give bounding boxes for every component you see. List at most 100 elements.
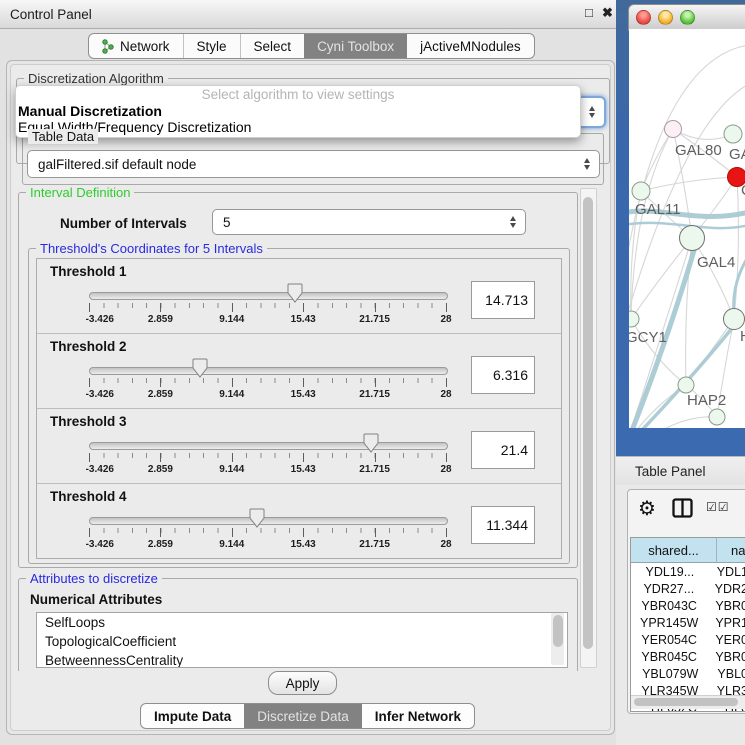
table-row[interactable]: YBR043CYBR0 [631,597,745,614]
node-label-partial-g: GA [729,146,745,163]
close-traffic-light-icon[interactable] [636,10,651,25]
column-header-name[interactable]: na [717,538,745,562]
node-partial-h[interactable] [724,309,745,330]
num-intervals-value: 5 [223,215,231,230]
list-item[interactable]: TopologicalCoefficient [37,632,567,651]
attributes-scrollbar-thumb[interactable] [553,615,563,647]
restore-icon[interactable]: □ [585,5,593,21]
threshold-2-slider-thumb[interactable] [192,358,208,381]
tab-cyni-toolbox-label: Cyni Toolbox [317,39,394,54]
table-row[interactable]: YER054CYER0 [631,631,745,648]
tab-jactivemnodules-label: jActiveMNodules [420,39,521,54]
table-row[interactable]: YDR27...YDR2 [631,580,745,597]
close-icon[interactable]: ✖ [602,5,613,21]
threshold-4-slider-thumb[interactable] [249,508,265,531]
tab-jactivemnodules[interactable]: jActiveMNodules [407,34,534,58]
apply-button-label: Apply [286,676,320,691]
threshold-4-slider-track[interactable] [89,517,448,525]
table-row[interactable]: YPR145WYPR1 [631,614,745,631]
list-item[interactable]: BetweennessCentrality [37,651,567,668]
popup-option-manual[interactable]: Manual Discretization [16,103,580,119]
network-window-titlebar [628,4,745,31]
tick-labels: -3.426 2.859 9.144 15.43 21.715 28 [89,464,446,477]
threshold-row-4: Threshold 4 -3.426 2.859 9.144 15.43 21.… [37,484,561,558]
table-data-label: Table Data [28,129,98,144]
tab-style-label: Style [197,39,227,54]
tab-impute-data[interactable]: Impute Data [141,704,244,728]
attributes-listbox[interactable]: SelfLoops TopologicalCoefficient Between… [36,612,568,668]
combo-arrows-icon [510,216,516,228]
threshold-4-value-field[interactable]: 11.344 [471,506,535,544]
minor-ticks [89,528,447,533]
node-attribute-table[interactable]: shared... na YDL19...YDL1 YDR27...YDR2 Y… [630,537,745,712]
apply-button[interactable]: Apply [268,671,337,695]
threshold-row-1: Threshold 1 -3.426 2.859 9.144 15.43 21.… [37,259,561,334]
tab-discretize-data-label: Discretize Data [257,709,349,724]
threshold-3-slider-track[interactable] [89,442,448,450]
thresholds-list: Threshold 1 -3.426 2.859 9.144 15.43 21.… [36,258,562,559]
num-intervals-label: Number of Intervals [60,216,187,231]
tab-discretize-data[interactable]: Discretize Data [244,704,362,728]
tab-style[interactable]: Style [183,34,240,58]
table-horizontal-scrollbar-thumb[interactable] [634,698,738,706]
tab-select-label: Select [254,39,292,54]
node-label-partial-h: H [740,328,745,345]
threshold-row-2: Threshold 2 -3.426 2.859 9.144 15.43 21.… [37,334,561,409]
tab-cyni-toolbox[interactable]: Cyni Toolbox [304,34,407,58]
threshold-1-label: Threshold 1 [50,264,127,279]
minor-ticks [89,378,447,383]
threshold-3-label: Threshold 3 [50,414,127,429]
threshold-3-value-field[interactable]: 21.4 [471,431,535,469]
numerical-attributes-label: Numerical Attributes [30,592,162,607]
list-item[interactable]: SelfLoops [37,613,567,632]
attributes-scrollbar[interactable] [551,613,564,665]
thresholds-group-label: Threshold's Coordinates for 5 Intervals [36,241,267,256]
threshold-2-slider-track[interactable] [89,367,448,375]
tab-network[interactable]: Network [89,34,183,58]
control-panel-titlebar: Control Panel [0,0,616,29]
settings-scrollbar-thumb[interactable] [583,197,593,649]
threshold-2-label: Threshold 2 [50,339,127,354]
zoom-traffic-light-icon[interactable] [680,10,695,25]
settings-scrollbar[interactable] [580,188,597,668]
column-header-shared[interactable]: shared... [631,538,717,562]
select-columns-checkboxes-icon[interactable]: ☑☑ [706,500,730,514]
node-gcy1[interactable] [629,311,639,327]
threshold-1-slider-track[interactable] [89,292,448,300]
minimize-traffic-light-icon[interactable] [658,10,673,25]
threshold-1-slider-thumb[interactable] [287,283,303,306]
combo-arrows-icon [589,106,595,118]
node-hap2[interactable] [678,377,694,393]
tick-labels: -3.426 2.859 9.144 15.43 21.715 28 [89,539,446,552]
table-row[interactable]: YBR045CYBR0 [631,648,745,665]
num-intervals-combobox[interactable]: 5 [212,209,526,235]
table-row[interactable]: YDL19...YDL1 [631,563,745,580]
tick-labels: -3.426 2.859 9.144 15.43 21.715 28 [89,314,446,327]
threshold-3-slider-thumb[interactable] [363,433,379,456]
threshold-1-value-field[interactable]: 14.713 [471,281,535,319]
node-gal11[interactable] [632,182,650,200]
threshold-2-value-field[interactable]: 6.316 [471,356,535,394]
bottom-tabbar: Impute Data Discretize Data Infer Networ… [140,703,475,729]
table-panel-titlebar: Table Panel [616,456,745,486]
node-label-partial-c: C [741,182,745,199]
tab-infer-network[interactable]: Infer Network [362,704,474,728]
node-bottom[interactable] [709,409,725,425]
threshold-1-value: 14.713 [485,292,528,308]
node-gal80[interactable] [665,121,682,138]
gear-icon[interactable]: ⚙ [638,496,656,521]
table-panel-title: Table Panel [635,464,706,479]
tab-select[interactable]: Select [240,34,305,58]
top-tabbar: Network Style Select Cyni Toolbox jActiv… [88,33,535,59]
columns-icon[interactable] [672,498,693,518]
node-gal4[interactable] [680,226,705,251]
threshold-row-3: Threshold 3 -3.426 2.859 9.144 15.43 21.… [37,409,561,484]
table-row[interactable]: YBL079WYBL0 [631,665,745,682]
table-data-combobox[interactable]: galFiltered.sif default node [27,150,600,178]
popup-placeholder: Select algorithm to view settings [16,86,580,103]
popup-option-equal-width[interactable]: Equal Width/Frequency Discretization [16,119,580,135]
node-partial-g[interactable] [724,125,742,143]
network-tab-icon [102,39,114,54]
network-view-canvas[interactable]: GAL80 GA C GAL11 GAL4 GCY1 H HAP2 [629,29,745,428]
threshold-4-label: Threshold 4 [50,489,127,504]
